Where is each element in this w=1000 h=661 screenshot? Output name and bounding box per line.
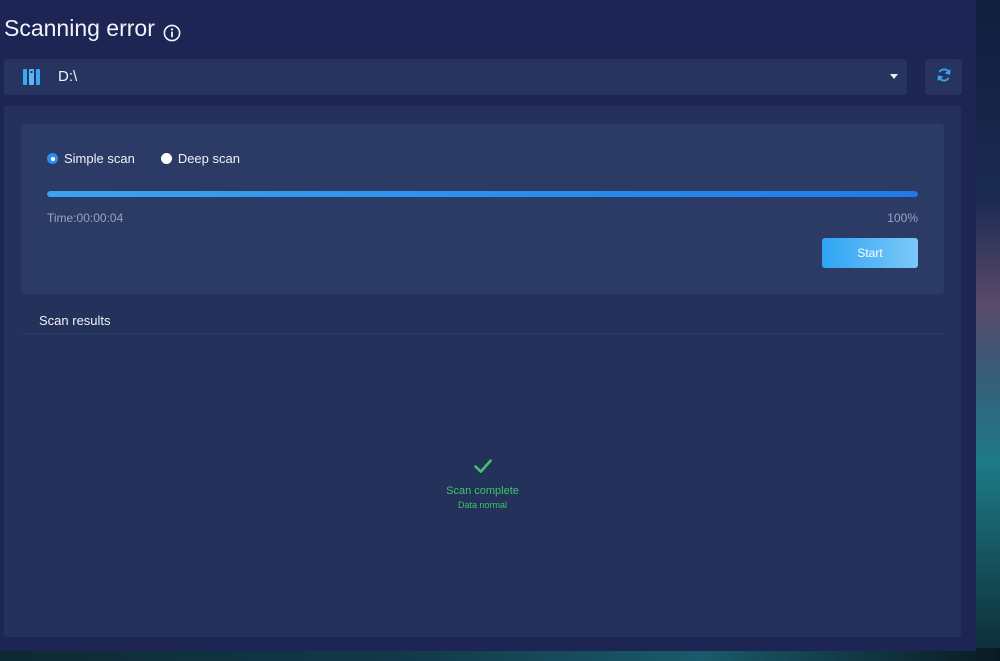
scan-options-card: Simple scan Deep scan Time:00:00:04 100%… xyxy=(21,124,944,294)
chevron-down-icon xyxy=(890,74,898,79)
refresh-button[interactable] xyxy=(925,59,962,95)
page-title: Scanning error xyxy=(4,15,155,41)
radio-unchecked-icon xyxy=(160,153,172,164)
radio-checked-icon xyxy=(47,153,58,164)
check-icon xyxy=(472,455,494,477)
desktop-wallpaper xyxy=(976,0,1000,661)
radio-deep-scan[interactable]: Deep scan xyxy=(160,151,240,166)
scan-results-heading: Scan results xyxy=(39,313,111,328)
scan-complete-text: Scan complete xyxy=(446,485,519,497)
progress-fill xyxy=(47,191,918,197)
drive-selected-value: D:\ xyxy=(58,68,78,85)
data-normal-text: Data normal xyxy=(457,500,508,510)
divider xyxy=(21,333,944,334)
drive-icon xyxy=(22,67,42,87)
radio-simple-scan[interactable]: Simple scan xyxy=(47,151,135,166)
info-icon[interactable] xyxy=(163,19,181,42)
window-title-bar: Scanning error xyxy=(4,13,181,43)
scan-status: Scan complete Data normal xyxy=(400,455,565,510)
elapsed-time: Time:00:00:04 xyxy=(47,211,124,225)
scan-window: Scanning error D:\ Simple scan Deep scan… xyxy=(0,0,976,651)
radio-label: Simple scan xyxy=(64,151,135,166)
start-button[interactable]: Start xyxy=(822,238,918,268)
scan-progress-bar xyxy=(47,191,918,197)
refresh-icon xyxy=(936,67,952,88)
drive-dropdown[interactable]: D:\ xyxy=(4,59,907,95)
radio-label: Deep scan xyxy=(177,151,240,166)
scan-mode-group: Simple scan Deep scan xyxy=(47,151,240,166)
progress-percent: 100% xyxy=(887,211,918,225)
